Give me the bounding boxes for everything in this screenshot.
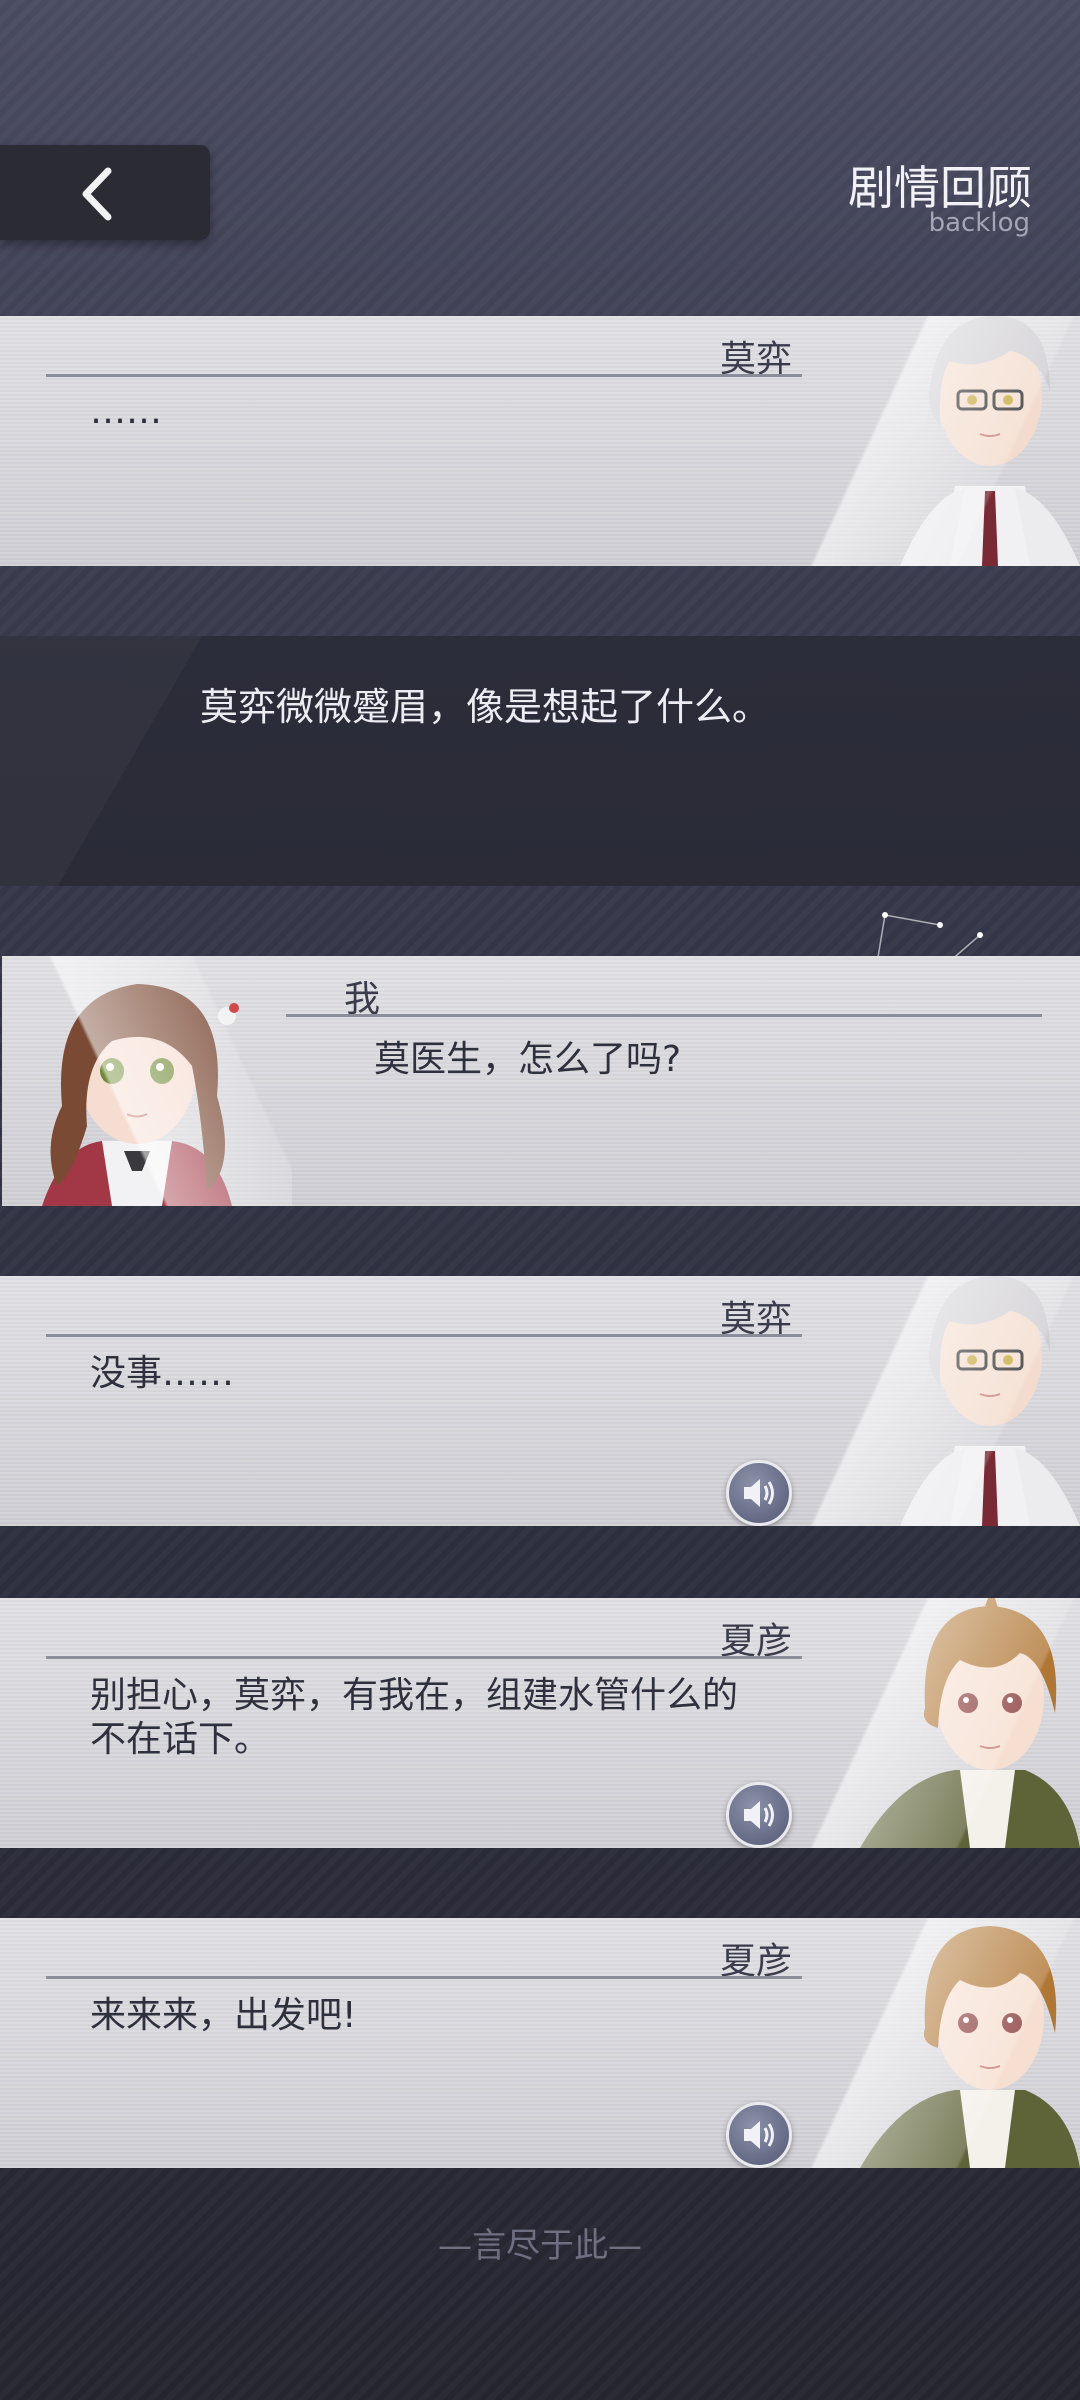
- voice-play-button[interactable]: [726, 1460, 792, 1526]
- dialogue-entry: 夏彦 别担心，莫弈，有我在，组建水管什么的 不在话下。: [0, 1598, 1080, 1848]
- portrait-xiayan: [780, 1598, 1080, 1848]
- dialogue-entry: 莫弈 没事……: [0, 1276, 1080, 1526]
- dialogue-entry: 莫弈 ……: [0, 316, 1080, 566]
- speaker-icon: [744, 2121, 774, 2149]
- portrait-moyi: [780, 316, 1080, 566]
- divider: [46, 1334, 802, 1337]
- narration-text: 莫弈微微蹙眉，像是想起了什么。: [200, 685, 771, 729]
- dialogue-text: 莫医生，怎么了吗?: [374, 1039, 682, 1080]
- divider: [46, 1656, 802, 1659]
- speaker-icon: [744, 1801, 774, 1829]
- dialogue-text-line: 不在话下。: [90, 1719, 271, 1760]
- divider: [46, 374, 802, 377]
- voice-play-button[interactable]: [726, 1782, 792, 1848]
- narration-entry: 莫弈微微蹙眉，像是想起了什么。: [0, 636, 1080, 886]
- portrait-xiayan: [780, 1918, 1080, 2168]
- dialogue-entry: 我 莫医生，怎么了吗?: [2, 956, 1080, 1206]
- header: 剧情回顾 backlog: [0, 0, 1080, 316]
- voice-play-button[interactable]: [726, 2102, 792, 2168]
- back-arrow-icon: [82, 167, 112, 221]
- dialogue-text-line: 别担心，莫弈，有我在，组建水管什么的: [90, 1675, 739, 1716]
- end-of-log-text: —言尽于此—: [438, 2226, 642, 2266]
- page-subtitle: backlog: [928, 208, 1030, 238]
- portrait-moyi: [780, 1276, 1080, 1526]
- back-button[interactable]: [0, 145, 210, 240]
- portrait-heroine: [2, 956, 292, 1206]
- divider: [286, 1014, 1042, 1017]
- dialogue-text: 没事……: [90, 1353, 235, 1394]
- dialogue-text: 来来来，出发吧!: [90, 1995, 357, 2036]
- dialogue-text: ……: [90, 391, 162, 432]
- dialogue-entry: 夏彦 来来来，出发吧!: [0, 1918, 1080, 2168]
- divider: [46, 1976, 802, 1979]
- speaker-icon: [744, 1479, 774, 1507]
